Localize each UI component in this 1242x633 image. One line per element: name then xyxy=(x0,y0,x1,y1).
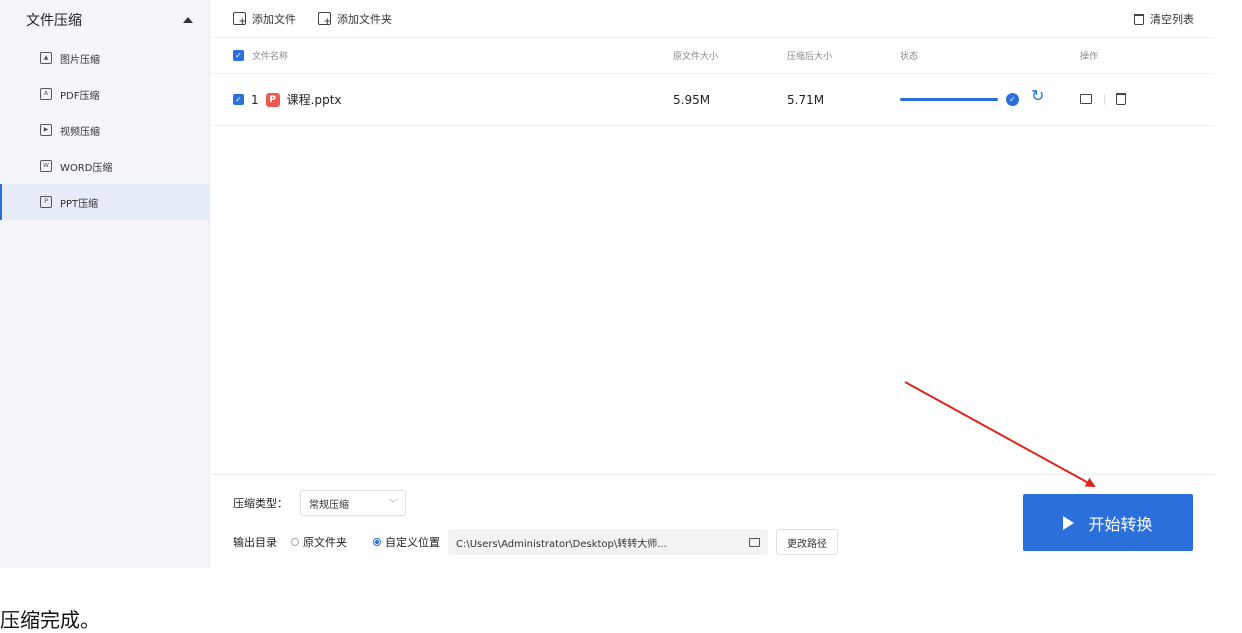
open-folder-icon[interactable] xyxy=(1080,94,1092,104)
chevron-down-icon: ﹀ xyxy=(389,498,397,508)
add-file-icon xyxy=(233,12,246,27)
header-name: ✓ 文件名称 xyxy=(233,49,288,62)
row-index: 1 xyxy=(251,92,259,107)
ppt-file-icon: P xyxy=(265,92,280,107)
refresh-icon[interactable]: ↻ xyxy=(1031,88,1044,104)
sidebar-item-pdf[interactable]: A PDF压缩 xyxy=(0,76,209,112)
radio-dot xyxy=(291,538,299,546)
main-panel: 添加文件 添加文件夹 清空列表 ✓ 文件名称 原文件大小 压缩后大小 状态 操作 xyxy=(211,0,1214,568)
folder-icon[interactable] xyxy=(749,537,760,547)
row-original-size: 5.95M xyxy=(673,92,711,107)
sidebar-item-label: WORD压缩 xyxy=(60,162,113,174)
check-circle-icon: ✓ xyxy=(1006,93,1019,106)
row-filename: 课程.pptx xyxy=(286,93,342,107)
compress-type-select[interactable]: 常规压缩 ﹀ xyxy=(300,490,406,516)
output-path-text: C:\Users\Administrator\Desktop\转转大师... xyxy=(456,538,667,550)
header-compressed-size: 压缩后大小 xyxy=(787,52,833,62)
compress-type-label: 压缩类型： xyxy=(233,497,288,510)
sidebar-item-ppt[interactable]: P PPT压缩 xyxy=(0,184,209,220)
header-status: 状态 xyxy=(900,52,919,62)
app-window: 文件压缩 ▲ 图片压缩 A PDF压缩 ▶ 视频压缩 W WORD压缩 P PP… xyxy=(0,0,1242,568)
radio-original-folder[interactable]: 原文件夹 xyxy=(291,534,347,550)
radio-custom-location[interactable]: 自定义位置 xyxy=(373,534,440,550)
sidebar-title: 文件压缩 xyxy=(26,13,82,29)
add-folder-label: 添加文件夹 xyxy=(337,12,392,26)
row-compressed-size: 5.71M xyxy=(787,92,825,107)
change-path-button[interactable]: 更改路径 xyxy=(776,529,838,555)
row-checkbox[interactable]: ✓ xyxy=(233,94,244,105)
output-dir-row: 输出目录 原文件夹 自定义位置 C:\Users\Administrator\D… xyxy=(233,529,838,555)
start-convert-button[interactable]: 开始转换 xyxy=(1023,494,1193,551)
compress-type-row: 压缩类型： 常规压缩 ﹀ xyxy=(233,490,406,516)
table-row: ✓ 1 P 课程.pptx 5.95M 5.71M ✓ ↻ xyxy=(211,74,1214,126)
word-icon: W xyxy=(40,160,52,172)
radio-original-label: 原文件夹 xyxy=(303,536,347,549)
progress-bar xyxy=(900,98,998,101)
add-folder-icon xyxy=(318,12,331,27)
select-all-checkbox[interactable]: ✓ xyxy=(233,50,244,61)
sidebar-header[interactable]: 文件压缩 xyxy=(0,0,209,40)
header-name-label: 文件名称 xyxy=(252,52,289,62)
add-folder-button[interactable]: 添加文件夹 xyxy=(318,11,392,27)
toolbar: 添加文件 添加文件夹 清空列表 xyxy=(211,0,1214,38)
sidebar: 文件压缩 ▲ 图片压缩 A PDF压缩 ▶ 视频压缩 W WORD压缩 P PP… xyxy=(0,0,210,568)
add-file-label: 添加文件 xyxy=(252,12,296,26)
caret-up-icon[interactable] xyxy=(183,17,193,23)
add-file-button[interactable]: 添加文件 xyxy=(233,11,296,27)
table-header: ✓ 文件名称 原文件大小 压缩后大小 状态 操作 xyxy=(211,38,1214,74)
caption-text: 压缩完成。 xyxy=(0,608,100,632)
sidebar-item-label: PDF压缩 xyxy=(60,90,100,102)
clear-list-label: 清空列表 xyxy=(1150,13,1194,26)
radio-dot-selected xyxy=(373,538,381,546)
header-actions: 操作 xyxy=(1080,52,1099,62)
image-icon: ▲ xyxy=(40,52,52,64)
sidebar-item-label: 视频压缩 xyxy=(60,126,100,138)
sidebar-item-video[interactable]: ▶ 视频压缩 xyxy=(0,112,209,148)
play-icon xyxy=(1063,515,1075,530)
start-convert-label: 开始转换 xyxy=(1088,514,1153,534)
compress-type-value: 常规压缩 xyxy=(309,499,349,511)
output-label: 输出目录 xyxy=(233,536,277,549)
settings-panel: 压缩类型： 常规压缩 ﹀ 输出目录 原文件夹 自定义位置 C:\Users\Ad… xyxy=(211,474,1214,568)
row-name-cell: ✓ 1 P 课程.pptx xyxy=(233,91,342,108)
sidebar-item-label: 图片压缩 xyxy=(60,54,100,66)
sidebar-item-word[interactable]: W WORD压缩 xyxy=(0,148,209,184)
radio-custom-label: 自定义位置 xyxy=(385,536,440,549)
pdf-icon: A xyxy=(40,88,52,100)
delete-icon[interactable] xyxy=(1116,93,1126,105)
clear-list-button[interactable]: 清空列表 xyxy=(1134,0,1194,38)
sidebar-item-label: PPT压缩 xyxy=(60,198,99,210)
video-icon: ▶ xyxy=(40,124,52,136)
trash-icon xyxy=(1134,13,1144,25)
ppt-icon: P xyxy=(40,196,52,208)
divider xyxy=(1104,94,1105,105)
sidebar-item-image[interactable]: ▲ 图片压缩 xyxy=(0,40,209,76)
header-original-size: 原文件大小 xyxy=(673,52,719,62)
output-path-field[interactable]: C:\Users\Administrator\Desktop\转转大师... xyxy=(448,529,768,555)
